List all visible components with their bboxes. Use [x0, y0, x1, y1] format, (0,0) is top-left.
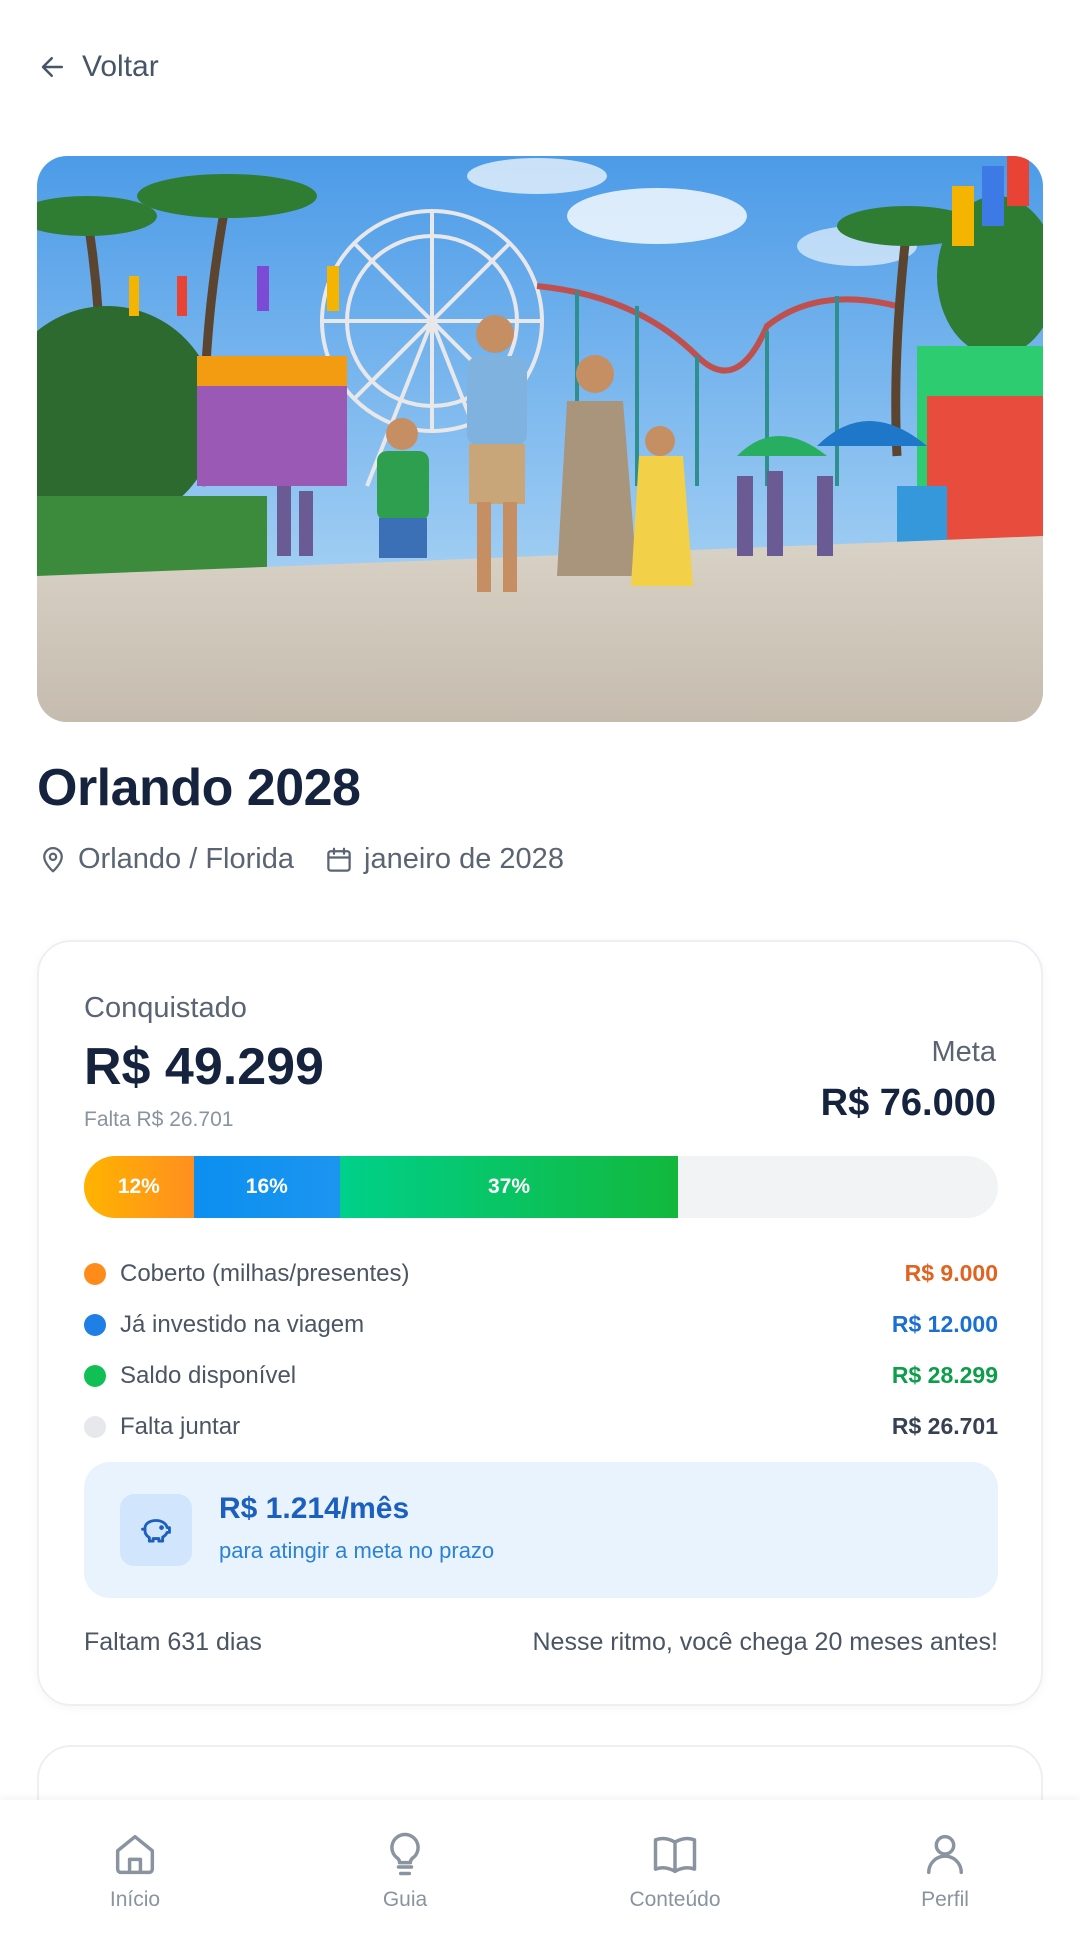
progress-segment-label: 12% [117, 1175, 160, 1198]
home-icon [115, 1834, 155, 1875]
progress-segment-label: 16% [245, 1175, 288, 1198]
progress-segment-invested: 16% [193, 1156, 340, 1218]
book-icon [653, 1836, 697, 1874]
map-pin-icon [43, 846, 63, 872]
legend-row-invested: Já investido na viagem R$ 12.000 [84, 1299, 998, 1350]
nav-item-conteudo[interactable]: Conteúdo [540, 1800, 810, 1952]
remaining-amount: Falta R$ 26.701 [84, 1108, 234, 1131]
piggy-bank-icon [120, 1494, 192, 1566]
progress-footer: Faltam 631 dias Nesse ritmo, você chega … [84, 1628, 998, 1657]
nav-label: Início [109, 1888, 161, 1911]
lightbulb-icon [390, 1832, 420, 1876]
trip-date: janeiro de 2028 [324, 843, 564, 876]
legend-value: R$ 12.000 [891, 1311, 998, 1337]
days-left: Faltam 631 dias [84, 1628, 262, 1656]
back-label: Voltar [82, 50, 159, 83]
calendar-icon [327, 847, 351, 872]
monthly-savings-box: R$ 1.214/mês para atingir a meta no praz… [84, 1462, 998, 1598]
trip-meta: Orlando / Florida janeiro de 2028 [38, 843, 564, 876]
legend-row-balance: Saldo disponível R$ 28.299 [84, 1350, 998, 1401]
legend-value: R$ 28.299 [891, 1362, 998, 1388]
nav-label: Perfil [921, 1888, 969, 1911]
legend-label: Saldo disponível [120, 1361, 297, 1389]
legend-label: Falta juntar [120, 1412, 241, 1440]
progress-segment-balance: 37% [339, 1156, 679, 1218]
legend-row-covered: Coberto (milhas/presentes) R$ 9.000 [84, 1248, 998, 1299]
arrow-left-icon [41, 57, 63, 77]
achieved-value: R$ 49.299 [84, 1038, 324, 1096]
pace-note: Nesse ritmo, você chega 20 meses antes! [532, 1628, 998, 1656]
back-button[interactable]: Voltar [38, 50, 159, 84]
page: Voltar Orlando 2028 Orlando / Florida ja… [0, 0, 1080, 1952]
legend-value: R$ 9.000 [904, 1260, 998, 1286]
legend-label: Já investido na viagem [120, 1310, 365, 1338]
legend-dot [84, 1313, 106, 1336]
progress-bar: 12% 16% 37% [84, 1156, 998, 1218]
trip-date-text: janeiro de 2028 [364, 843, 564, 875]
legend-dot [84, 1262, 106, 1285]
goal-value: R$ 76.000 [820, 1082, 996, 1124]
progress-segment-label: 37% [487, 1175, 530, 1198]
monthly-caption: para atingir a meta no prazo [219, 1538, 495, 1563]
nav-item-perfil[interactable]: Perfil [810, 1800, 1080, 1952]
trip-location: Orlando / Florida [38, 843, 294, 876]
legend-dot [84, 1415, 106, 1438]
legend-dot [84, 1364, 106, 1387]
legend-row-missing: Falta juntar R$ 26.701 [84, 1401, 998, 1452]
legend-label: Coberto (milhas/presentes) [120, 1259, 410, 1287]
nav-label: Conteúdo [629, 1888, 721, 1911]
progress-card: Conquistado R$ 49.299 Falta R$ 26.701 Me… [37, 940, 1043, 1706]
user-icon [927, 1834, 963, 1875]
achieved-label: Conquistado [84, 992, 247, 1024]
progress-legend: Coberto (milhas/presentes) R$ 9.000 Já i… [84, 1248, 998, 1452]
legend-value: R$ 26.701 [891, 1413, 998, 1439]
goal-label: Meta [931, 1036, 996, 1068]
trip-title: Orlando 2028 [37, 759, 361, 817]
trip-location-text: Orlando / Florida [78, 843, 294, 875]
nav-label: Guia [382, 1888, 428, 1911]
trip-cover-image [37, 156, 1043, 722]
bottom-nav: Início Guia Conteúdo Perfil [0, 1800, 1080, 1952]
nav-item-guia[interactable]: Guia [270, 1800, 540, 1952]
progress-segment-covered: 12% [84, 1156, 194, 1218]
nav-item-inicio[interactable]: Início [0, 1800, 270, 1952]
monthly-value: R$ 1.214/mês [219, 1492, 410, 1525]
